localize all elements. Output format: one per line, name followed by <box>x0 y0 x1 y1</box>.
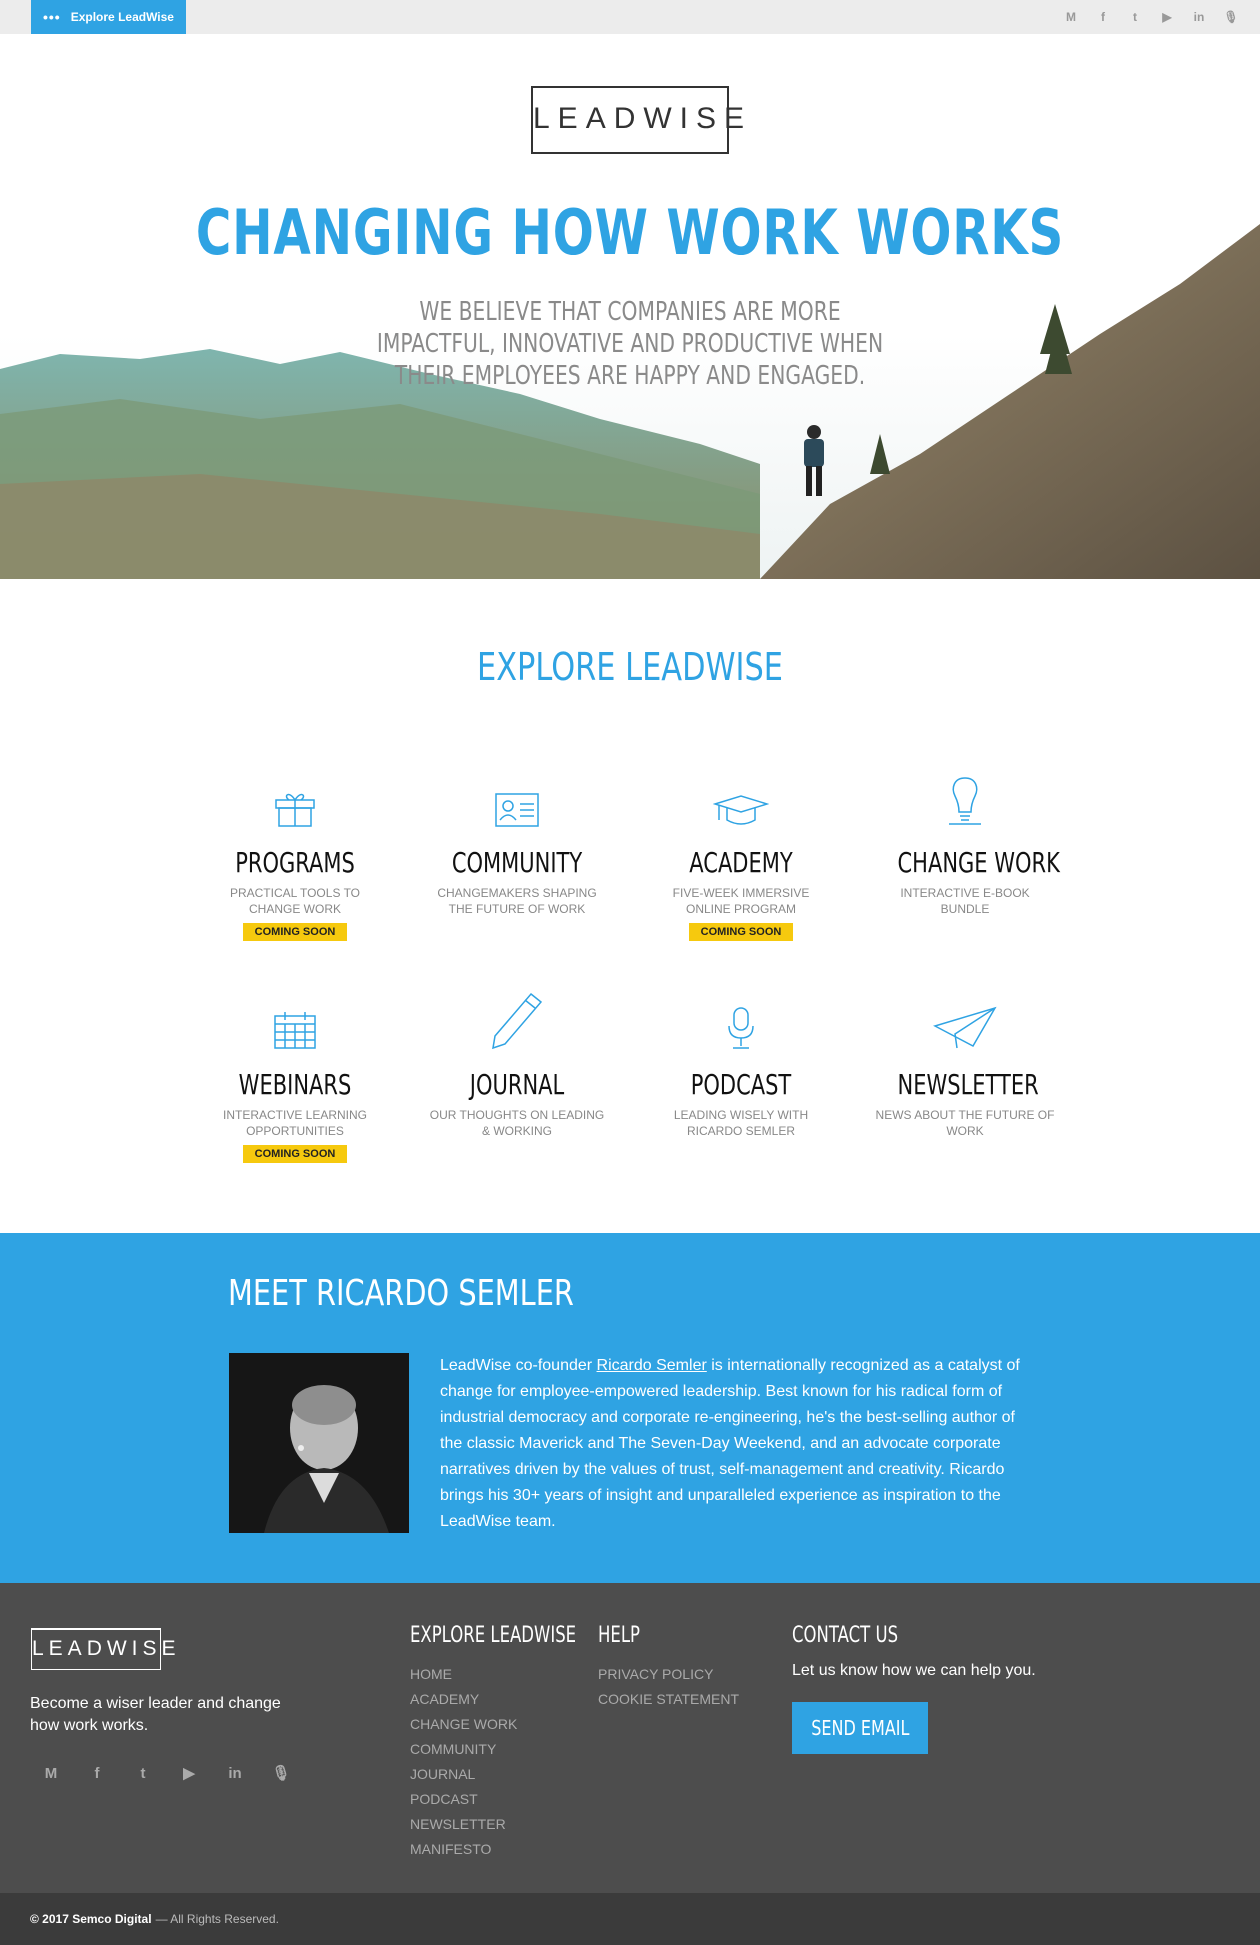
explore-leadwise-button[interactable]: ••• Explore LeadWise <box>31 0 186 34</box>
coming-soon-badge: COMING SOON <box>242 1145 348 1163</box>
footer-logo-text: LEADWISE <box>32 1637 181 1660</box>
linkedin-icon[interactable]: in <box>1190 9 1208 25</box>
card-title: PROGRAMS <box>235 846 355 879</box>
bio-text-start: LeadWise co-founder <box>440 1357 597 1374</box>
send-email-button[interactable]: SEND EMAIL <box>792 1702 928 1754</box>
footer-link-cookie-statement[interactable]: COOKIE STATEMENT <box>598 1687 739 1712</box>
card-description: OUR THOUGHTS ON LEADING & WORKING <box>429 1108 605 1138</box>
footer-link-change-work[interactable]: CHANGE WORK <box>410 1712 631 1737</box>
card-change-work[interactable]: CHANGE WORK INTERACTIVE E-BOOK BUNDLE <box>875 770 1060 917</box>
card-title: JOURNAL <box>469 1068 565 1101</box>
footer-link-community[interactable]: COMMUNITY <box>410 1737 631 1762</box>
footer-explore-title: EXPLORE LEADWISE <box>410 1623 577 1648</box>
card-description: INTERACTIVE E-BOOK BUNDLE <box>900 886 1030 916</box>
gift-icon <box>205 770 385 828</box>
calendar-icon <box>205 992 385 1050</box>
footer-link-podcast[interactable]: PODCAST <box>410 1787 631 1812</box>
footer-social-links: M f t ▶ in 🎙 <box>40 1763 292 1783</box>
bio-text-rest: is internationally recognized as a catal… <box>440 1357 1020 1530</box>
hero-logo[interactable]: LEADWISE <box>531 86 753 154</box>
card-programs[interactable]: PROGRAMS PRACTICAL TOOLS TO CHANGE WORK CO… <box>205 770 385 941</box>
card-title: ACADEMY <box>689 846 793 879</box>
coming-soon-badge: COMING SOON <box>688 923 794 941</box>
lightbulb-icon <box>875 770 1055 828</box>
meet-section: MEET RICARDO SEMLER LeadWise co-founder … <box>0 1233 1260 1583</box>
card-community[interactable]: COMMUNITY CHANGEMAKERS SHAPING THE FUTURE… <box>427 770 607 917</box>
hero-logo-text: LEADWISE <box>533 102 753 135</box>
podcast-icon[interactable]: 🎙 <box>1222 9 1240 25</box>
copyright-bar: © 2017 Semco Digital — All Rights Reserv… <box>0 1893 1260 1945</box>
medium-icon[interactable]: M <box>1062 9 1080 25</box>
footer-help-title: HELP <box>598 1623 640 1648</box>
send-email-label: SEND EMAIL <box>810 1716 910 1740</box>
card-description: PRACTICAL TOOLS TO CHANGE WORK <box>229 886 361 916</box>
card-title: PODCAST <box>690 1068 792 1101</box>
microphone-icon <box>651 992 831 1050</box>
explore-leadwise-label: Explore LeadWise <box>70 10 174 24</box>
medium-icon[interactable]: M <box>40 1763 62 1783</box>
card-webinars[interactable]: WEBINARS INTERACTIVE LEARNING OPPORTUNITI… <box>205 992 385 1163</box>
card-podcast[interactable]: PODCAST LEADING WISELY WITH RICARDO SEMLE… <box>651 992 831 1139</box>
footer-link-manifesto[interactable]: MANIFESTO <box>410 1837 631 1862</box>
meet-title: MEET RICARDO SEMLER <box>228 1273 574 1314</box>
footer-link-privacy-policy[interactable]: PRIVACY POLICY <box>598 1662 739 1687</box>
footer-help-column: HELP PRIVACY POLICY COOKIE STATEMENT <box>598 1623 739 1712</box>
card-description: FIVE-WEEK IMMERSIVE ONLINE PROGRAM <box>672 886 810 916</box>
footer-contact-title: CONTACT US <box>792 1623 899 1648</box>
hero-title: CHANGING HOW WORK WORKS <box>195 196 1065 269</box>
linkedin-icon[interactable]: in <box>224 1763 246 1783</box>
podcast-icon[interactable]: 🎙 <box>270 1763 292 1783</box>
contact-text: Let us know how we can help you. <box>792 1662 1036 1679</box>
card-description: LEADING WISELY WITH RICARDO SEMLER <box>673 1108 809 1138</box>
twitter-icon[interactable]: t <box>132 1763 154 1783</box>
card-title: WEBINARS <box>238 1068 352 1101</box>
id-card-icon <box>427 770 607 828</box>
ricardo-semler-photo <box>229 1353 409 1533</box>
hero-section: LEADWISE CHANGING HOW WORK WORKS WE BELI… <box>0 34 1260 579</box>
pencil-icon <box>427 992 607 1050</box>
twitter-icon[interactable]: t <box>1126 9 1144 25</box>
more-dots-icon: ••• <box>43 9 61 25</box>
facebook-icon[interactable]: f <box>1094 9 1112 25</box>
youtube-icon[interactable]: ▶ <box>1158 9 1176 25</box>
ricardo-semler-bio: LeadWise co-founder Ricardo Semler is in… <box>440 1353 1040 1535</box>
card-title: NEWSLETTER <box>897 1068 1039 1101</box>
card-academy[interactable]: ACADEMY FIVE-WEEK IMMERSIVE ONLINE PROGRA… <box>651 770 831 941</box>
copyright-owner: © 2017 Semco Digital <box>30 1912 152 1926</box>
footer: LEADWISE Become a wiser leader and chang… <box>0 1583 1260 1893</box>
youtube-icon[interactable]: ▶ <box>178 1763 200 1783</box>
ricardo-semler-link[interactable]: Ricardo Semler <box>597 1357 707 1374</box>
top-social-links: M f t ▶ in 🎙 <box>1062 0 1240 34</box>
card-newsletter[interactable]: NEWSLETTER NEWS ABOUT THE FUTURE OF WORK <box>875 992 1055 1139</box>
explore-title: EXPLORE LEADWISE <box>476 645 784 689</box>
facebook-icon[interactable]: f <box>86 1763 108 1783</box>
footer-contact-column: CONTACT US Let us know how we can help y… <box>792 1623 1036 1754</box>
footer-logo[interactable]: LEADWISE <box>30 1628 181 1670</box>
graduation-cap-icon <box>651 770 831 828</box>
hero-subtitle: WE BELIEVE THAT COMPANIES ARE MORE IMPAC… <box>376 297 884 391</box>
footer-link-newsletter[interactable]: NEWSLETTER <box>410 1812 631 1837</box>
card-description: INTERACTIVE LEARNING OPPORTUNITIES <box>222 1108 368 1138</box>
card-description: CHANGEMAKERS SHAPING THE FUTURE OF WORK <box>437 886 597 916</box>
coming-soon-badge: COMING SOON <box>242 923 348 941</box>
copyright-rights: — All Rights Reserved. <box>155 1912 279 1926</box>
footer-tagline: Become a wiser leader and change how wor… <box>30 1695 281 1734</box>
footer-link-journal[interactable]: JOURNAL <box>410 1762 631 1787</box>
card-title: COMMUNITY <box>451 846 583 879</box>
card-description: NEWS ABOUT THE FUTURE OF WORK <box>875 1108 1055 1138</box>
card-title: CHANGE WORK <box>897 846 1060 879</box>
paper-plane-icon <box>875 992 1055 1050</box>
top-bar: ••• Explore LeadWise M f t ▶ in 🎙 <box>0 0 1260 34</box>
card-journal[interactable]: JOURNAL OUR THOUGHTS ON LEADING & WORKING <box>427 992 607 1139</box>
